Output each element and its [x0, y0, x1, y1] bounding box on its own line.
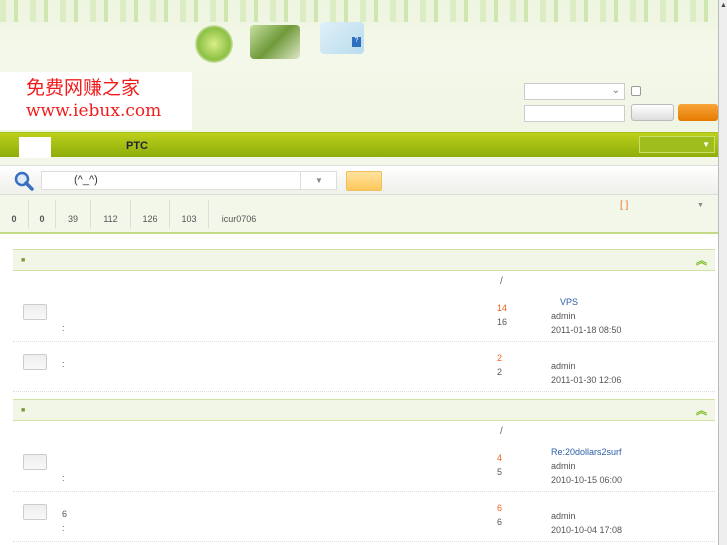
stat: 103: [170, 200, 209, 228]
topic-count: 4: [497, 453, 503, 463]
stat: 0: [0, 200, 29, 228]
vertical-scrollbar[interactable]: ▲: [718, 0, 727, 545]
last-post-time: 2011-01-18 08:50: [551, 325, 622, 335]
last-post-time: 2011-01-30 12:06: [551, 375, 622, 385]
forum-icon: [23, 454, 47, 470]
stats-row: 0 0 39 112 126 103 icur0706 [ ] ▼: [0, 196, 718, 232]
bullet-icon: ■: [21, 407, 26, 414]
password-input[interactable]: [524, 105, 625, 122]
chevron-down-icon: ⌄: [611, 85, 620, 96]
post-count: 5: [497, 467, 503, 477]
forum-row[interactable]: 6 : 6 6 admin 2010-10-04 17:08: [13, 492, 715, 542]
last-post-user[interactable]: admin: [551, 461, 576, 471]
main-nav: PTC ▼: [0, 132, 718, 158]
collapse-icon[interactable]: ︽: [696, 252, 707, 268]
last-post-user[interactable]: admin: [551, 361, 576, 371]
leaf-banner: [0, 0, 718, 22]
bullet-icon: ■: [21, 257, 26, 264]
search-button[interactable]: [346, 171, 382, 191]
section-header[interactable]: ■ ︽: [13, 399, 715, 421]
header: ? 免费网赚之家 www.iebux.com ⌄: [0, 0, 718, 132]
forum-icon: [23, 504, 47, 520]
column-header: /: [500, 276, 503, 287]
moderators: :: [62, 359, 65, 369]
scroll-up-icon[interactable]: ▲: [720, 2, 727, 9]
forum-icon: [23, 354, 47, 370]
last-post-link[interactable]: Re:20dollars2surf: [551, 447, 622, 457]
last-post-link[interactable]: VPS: [551, 297, 578, 307]
nav-dropdown[interactable]: ▼: [639, 136, 715, 153]
topic-count: 2: [497, 353, 503, 363]
last-post-user[interactable]: admin: [551, 311, 576, 321]
search-icon[interactable]: [14, 171, 34, 191]
banner-photo: [195, 25, 233, 63]
collapse-icon[interactable]: ︽: [696, 402, 707, 418]
forum-row[interactable]: : 14 16 VPS admin 2011-01-18 08:50: [13, 292, 715, 342]
bracket-link[interactable]: [ ]: [620, 200, 628, 211]
last-post-time: 2010-10-04 17:08: [551, 525, 623, 535]
remember-checkbox[interactable]: [631, 86, 641, 96]
last-post-time: 2010-10-15 06:00: [551, 475, 623, 485]
banner-photo: [250, 25, 300, 59]
nav-home-tab[interactable]: [19, 137, 51, 158]
moderators: :: [62, 523, 65, 533]
section-header[interactable]: ■ ︽: [13, 249, 715, 271]
login-button[interactable]: [631, 104, 674, 121]
chevron-down-icon[interactable]: ▼: [697, 202, 704, 209]
logo-url: www.iebux.com: [26, 101, 162, 121]
forum-icon: [23, 304, 47, 320]
site-logo[interactable]: 免费网赚之家 www.iebux.com: [0, 72, 192, 130]
logo-title: 免费网赚之家: [26, 77, 141, 99]
search-input[interactable]: (^_^) ▼: [41, 171, 337, 190]
post-count: 2: [497, 367, 503, 377]
column-header: /: [500, 426, 503, 437]
newest-member-link[interactable]: icur0706: [209, 200, 269, 228]
chevron-down-icon[interactable]: ▼: [300, 172, 337, 189]
nav-item-ptc[interactable]: PTC: [126, 140, 148, 152]
moderators: :: [62, 323, 65, 333]
register-button[interactable]: [678, 104, 718, 121]
stat: 112: [91, 200, 131, 228]
forum-row[interactable]: : 4 5 Re:20dollars2surf admin 2010-10-15 0…: [13, 442, 715, 492]
stat: 0: [29, 200, 56, 228]
last-post-user[interactable]: admin: [551, 511, 576, 521]
search-bar: (^_^) ▼: [0, 165, 718, 195]
search-value: (^_^): [74, 174, 98, 186]
topic-count: 14: [497, 303, 508, 313]
stat: 126: [131, 200, 170, 228]
post-count: 16: [497, 317, 508, 327]
login-type-select[interactable]: ⌄: [524, 83, 625, 100]
forum-row[interactable]: : 2 2 admin 2011-01-30 12:06: [13, 342, 715, 392]
post-count: 6: [497, 517, 503, 527]
stat: 39: [56, 200, 91, 228]
moderators: :: [62, 473, 65, 483]
help-icon[interactable]: ?: [352, 37, 361, 47]
forum-list: ■ ︽ / : 14 16 VPS admin 2011-01-18 08:50 : …: [0, 232, 718, 545]
topic-count: 6: [497, 503, 503, 513]
forum-description: 6: [62, 509, 68, 519]
